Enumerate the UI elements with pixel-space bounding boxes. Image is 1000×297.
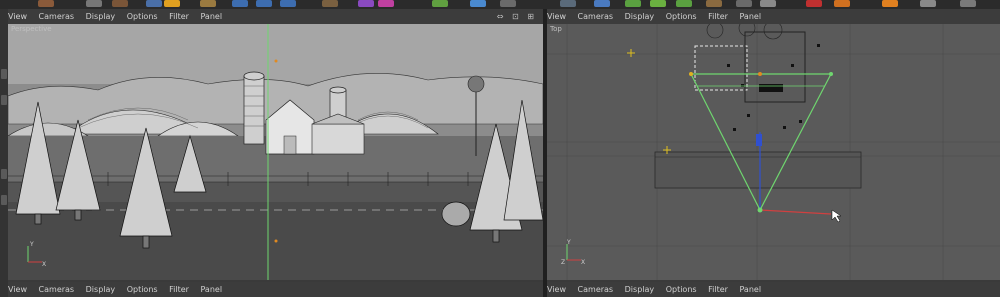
left-tool-strip — [0, 9, 8, 297]
perspective-menubar: View Cameras Display Options Filter Pane… — [8, 9, 543, 24]
bottom-left-menubar: View Cameras Display Options Filter Pane… — [8, 282, 543, 297]
strip-tool-icon-3[interactable] — [1, 169, 7, 179]
tool-icon-4[interactable] — [146, 0, 162, 7]
tool-icon-13[interactable] — [432, 0, 448, 7]
menu-options[interactable]: Options — [666, 9, 697, 24]
menu-cameras[interactable]: Cameras — [578, 9, 614, 24]
strip-tool-icon-4[interactable] — [1, 195, 7, 205]
menu-cameras[interactable]: Cameras — [578, 282, 614, 297]
menu-options[interactable]: Options — [127, 9, 158, 24]
perspective-viewport[interactable]: Y X Perspective — [8, 24, 543, 280]
tool-icon-7[interactable] — [232, 0, 248, 7]
tool-icon-3[interactable] — [112, 0, 128, 7]
tool-icon-1[interactable] — [38, 0, 54, 7]
tool-icon-16[interactable] — [560, 0, 576, 7]
menu-filter[interactable]: Filter — [708, 282, 728, 297]
menu-panel[interactable]: Panel — [739, 9, 761, 24]
tool-icon-10[interactable] — [322, 0, 338, 7]
menu-panel[interactable]: Panel — [200, 9, 222, 24]
tool-icon-5[interactable] — [164, 0, 180, 7]
menu-cameras[interactable]: Cameras — [39, 282, 75, 297]
tool-icon-20[interactable] — [676, 0, 692, 7]
viewport-label: Perspective — [11, 25, 52, 33]
tool-icon-8[interactable] — [256, 0, 272, 7]
bottom-right-menubar: View Cameras Display Options Filter Pane… — [547, 282, 1000, 297]
tool-icon-21[interactable] — [706, 0, 722, 7]
viewport-window-controls[interactable]: ⇔ ⊡ ⊞ — [497, 9, 537, 24]
tool-icon-11[interactable] — [358, 0, 374, 7]
svg-text:Y: Y — [29, 241, 34, 248]
menu-display[interactable]: Display — [625, 282, 655, 297]
tool-icon-12[interactable] — [378, 0, 394, 7]
menu-filter[interactable]: Filter — [708, 9, 728, 24]
tool-icon-2[interactable] — [86, 0, 102, 7]
main-toolbar — [0, 0, 1000, 9]
svg-text:X: X — [42, 261, 46, 268]
top-viewport[interactable]: Y Z X Top — [547, 24, 1000, 280]
tool-icon-18[interactable] — [625, 0, 641, 7]
tool-icon-15[interactable] — [500, 0, 516, 7]
menu-display[interactable]: Display — [86, 282, 116, 297]
tool-icon-24[interactable] — [806, 0, 822, 7]
svg-text:X: X — [581, 259, 585, 266]
menu-view[interactable]: View — [8, 9, 27, 24]
tool-icon-25[interactable] — [834, 0, 850, 7]
menu-display[interactable]: Display — [86, 9, 116, 24]
menu-display[interactable]: Display — [625, 9, 655, 24]
viewport-label: Top — [550, 25, 562, 33]
tool-icon-23[interactable] — [760, 0, 776, 7]
tool-icon-27[interactable] — [920, 0, 936, 7]
top-scene: Y Z X — [547, 24, 1000, 280]
menu-view[interactable]: View — [547, 282, 566, 297]
tool-icon-9[interactable] — [280, 0, 296, 7]
tool-icon-14[interactable] — [470, 0, 486, 7]
menu-options[interactable]: Options — [127, 282, 158, 297]
tool-icon-26[interactable] — [882, 0, 898, 7]
menu-options[interactable]: Options — [666, 282, 697, 297]
menu-panel[interactable]: Panel — [739, 282, 761, 297]
perspective-scene: Y X — [8, 24, 543, 280]
menu-view[interactable]: View — [547, 9, 566, 24]
menu-view[interactable]: View — [8, 282, 27, 297]
menu-panel[interactable]: Panel — [200, 282, 222, 297]
tool-icon-19[interactable] — [650, 0, 666, 7]
menu-filter[interactable]: Filter — [169, 282, 189, 297]
tool-icon-22[interactable] — [736, 0, 752, 7]
menu-filter[interactable]: Filter — [169, 9, 189, 24]
tool-icon-6[interactable] — [200, 0, 216, 7]
svg-text:Y: Y — [566, 239, 571, 246]
top-menubar: View Cameras Display Options Filter Pane… — [547, 9, 1000, 24]
tool-icon-28[interactable] — [960, 0, 976, 7]
tool-icon-17[interactable] — [594, 0, 610, 7]
strip-tool-icon-1[interactable] — [1, 69, 7, 79]
menu-cameras[interactable]: Cameras — [39, 9, 75, 24]
strip-tool-icon-2[interactable] — [1, 95, 7, 105]
svg-text:Z: Z — [561, 259, 565, 266]
